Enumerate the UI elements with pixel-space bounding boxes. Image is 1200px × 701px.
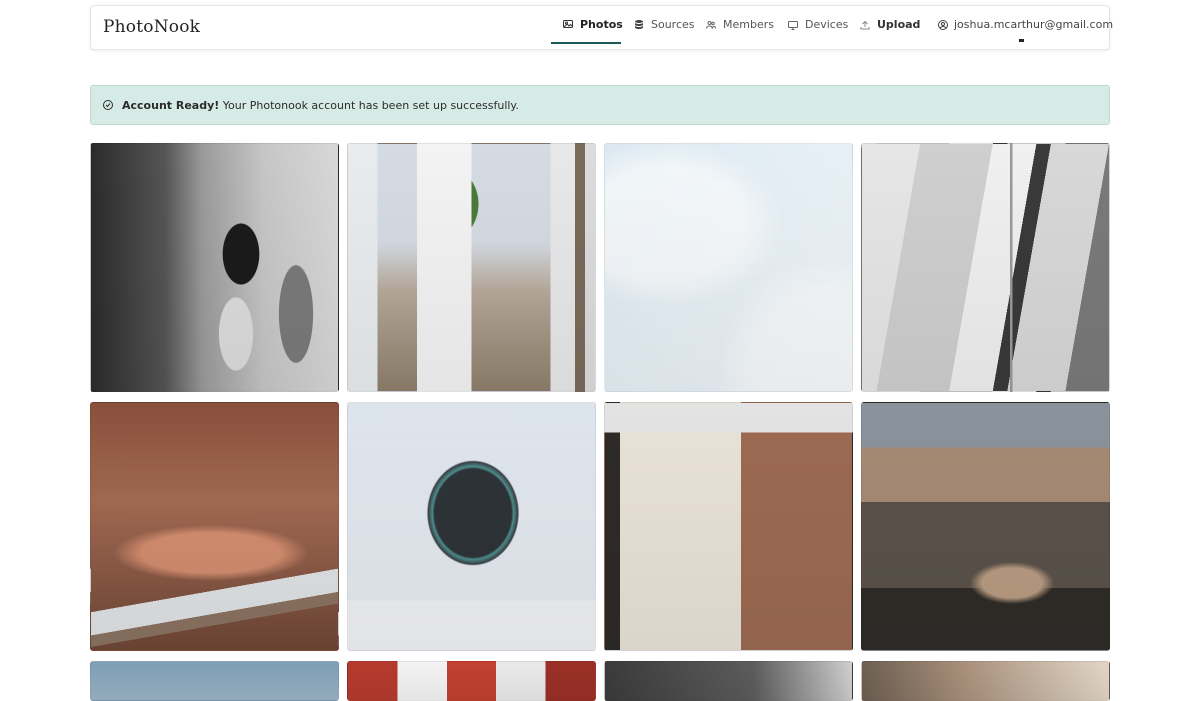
alert-message: Your Photonook account has been set up s… (222, 98, 519, 112)
nav-tab-label: Sources (651, 18, 695, 31)
photo-thumbnail[interactable] (604, 143, 853, 392)
check-circle-icon (103, 100, 113, 110)
photo-thumbnail[interactable] (347, 402, 596, 651)
photo-thumbnail[interactable] (347, 661, 596, 701)
photo-thumbnail[interactable] (861, 402, 1110, 651)
database-icon (635, 19, 643, 29)
photo-thumbnail[interactable] (604, 661, 853, 701)
nav-tab-sources[interactable]: Sources (633, 6, 695, 43)
photo-thumbnail[interactable] (90, 143, 339, 392)
upload-icon (860, 20, 870, 29)
nav-tab-label: Members (723, 18, 774, 31)
alert-title: Account Ready! (122, 98, 220, 112)
user-menu-indicator (1019, 39, 1024, 42)
nav-tab-photos[interactable]: Photos (551, 6, 623, 44)
nav-tab-devices[interactable]: Devices (787, 6, 848, 43)
user-circle-icon (938, 19, 948, 30)
nav-tab-label: Photos (580, 17, 623, 31)
photo-thumbnail[interactable] (861, 143, 1110, 392)
user-menu[interactable]: joshua.mcarthur@gmail.com (937, 6, 1113, 43)
nav-tab-members[interactable]: Members (705, 6, 774, 43)
photo-thumbnail[interactable] (861, 661, 1110, 701)
photo-thumbnail[interactable] (604, 402, 853, 651)
monitor-icon (788, 20, 798, 30)
top-nav-bar: PhotoNook Photos Sources Members Devices… (90, 5, 1113, 50)
nav-tab-upload[interactable]: Upload (859, 6, 920, 43)
photo-thumbnail[interactable] (90, 402, 339, 651)
user-email: joshua.mcarthur@gmail.com (954, 18, 1114, 31)
image-icon (563, 20, 573, 28)
nav-tab-label: Upload (877, 18, 921, 31)
alert-text: Account Ready! Your Photonook account ha… (122, 99, 519, 112)
brand-logo[interactable]: PhotoNook (103, 17, 200, 37)
photo-thumbnail[interactable] (347, 143, 596, 392)
success-alert: Account Ready! Your Photonook account ha… (90, 85, 1110, 125)
photo-thumbnail[interactable] (90, 661, 339, 701)
nav-tab-label: Devices (805, 18, 849, 31)
users-icon (706, 20, 716, 29)
